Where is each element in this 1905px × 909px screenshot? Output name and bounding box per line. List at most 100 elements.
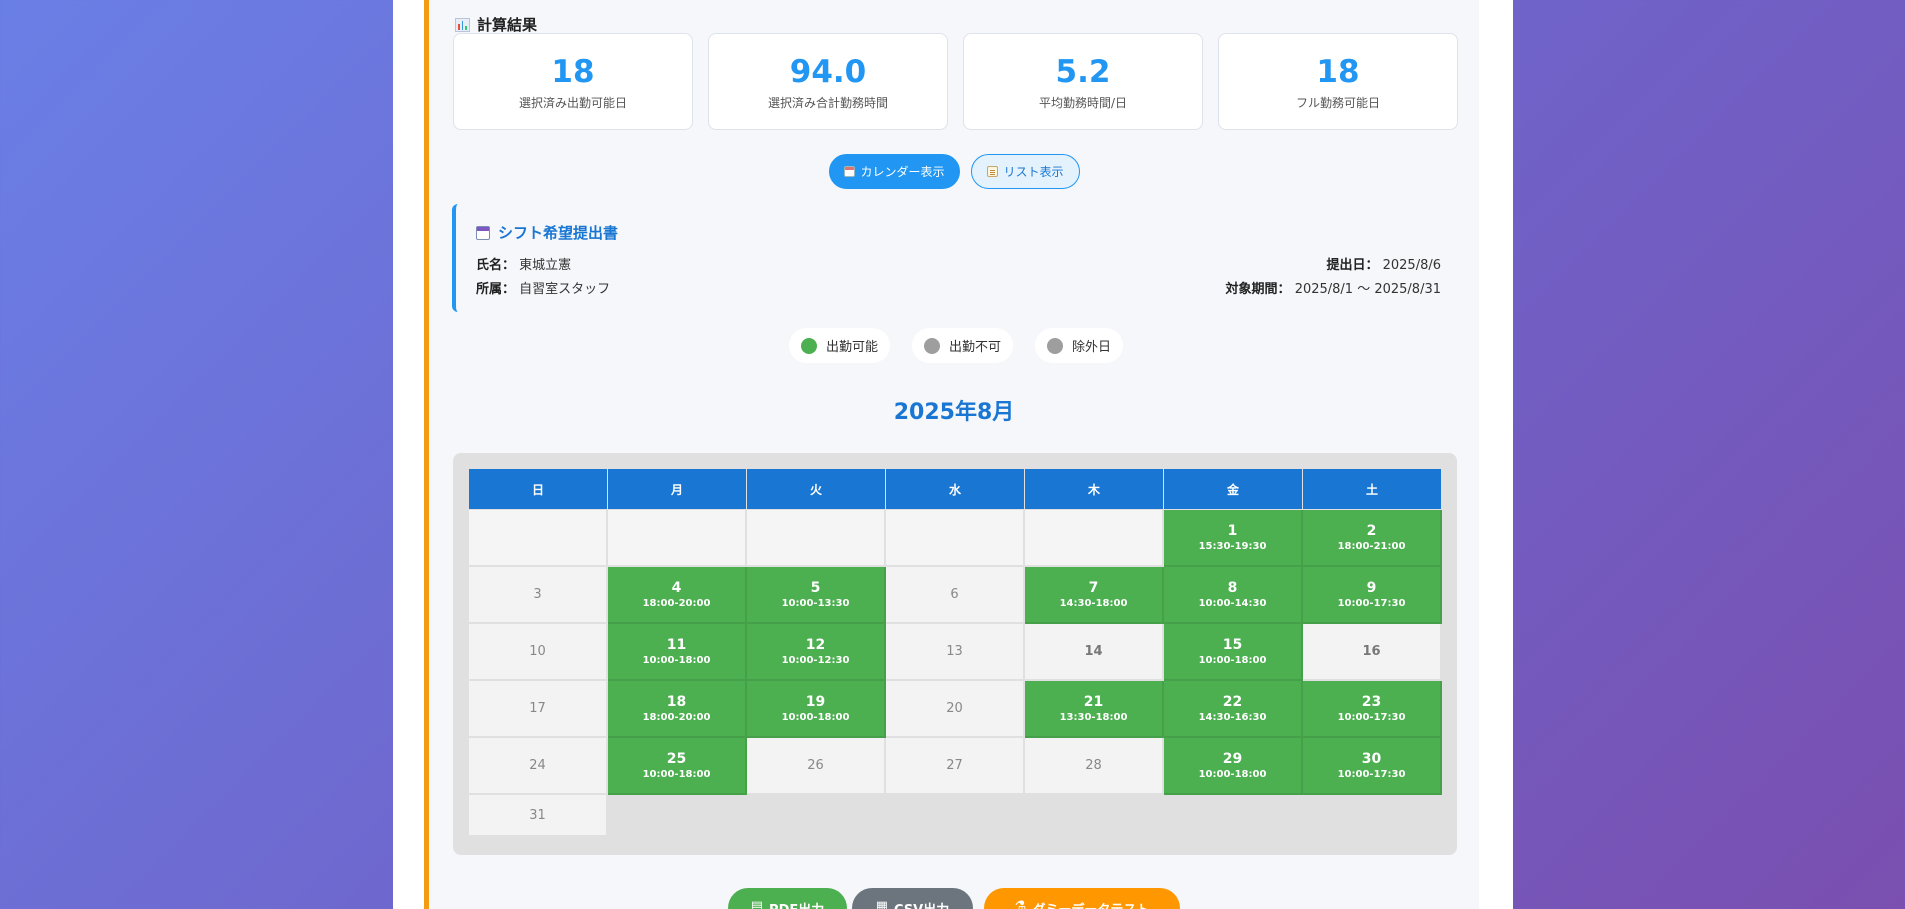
day-number: 27 xyxy=(946,758,963,773)
shift-time: 10:00-18:00 xyxy=(1198,654,1267,666)
calendar-day-available[interactable]: 11 10:00-18:00 xyxy=(608,624,747,681)
calendar-day-available[interactable]: 15 10:00-18:00 xyxy=(1164,624,1303,681)
calendar-day-unavailable[interactable]: 28 xyxy=(1025,738,1164,795)
shift-time: 13:30-18:00 xyxy=(1059,711,1128,723)
bar-chart-icon: ▦ xyxy=(875,899,889,909)
stat-label: 平均勤務時間/日 xyxy=(1038,96,1128,110)
shift-time: 10:00-17:30 xyxy=(1337,597,1406,609)
legend-unavailable: 出勤不可 xyxy=(912,328,1014,363)
weekday-header: 金 xyxy=(1164,469,1303,510)
calendar-day-available[interactable]: 5 10:00-13:30 xyxy=(747,567,886,624)
calendar-empty-cell xyxy=(747,510,886,567)
calendar-day-unavailable[interactable]: 24 xyxy=(469,738,608,795)
results-title-text: 計算結果 xyxy=(477,16,538,34)
stat-card-full-days: 18 フル勤務可能日 xyxy=(1218,33,1458,130)
day-number: 15 xyxy=(1222,636,1243,653)
calendar: 日 月 火 水 木 金 土 1 15:30-19:30 2 18:00-21:00 3 4… xyxy=(453,453,1457,855)
calendar-day-available[interactable]: 19 10:00-18:00 xyxy=(747,681,886,738)
shift-time: 15:30-19:30 xyxy=(1198,540,1267,552)
calendar-day-unavailable[interactable]: 14 xyxy=(1025,624,1164,681)
calendar-day-unavailable[interactable]: 13 xyxy=(886,624,1025,681)
submission-title: シフト希望提出書 xyxy=(476,222,618,243)
name-label: 氏名： xyxy=(476,258,516,273)
day-number: 13 xyxy=(946,644,963,659)
calendar-day-unavailable[interactable]: 31 xyxy=(469,795,608,837)
calendar-day-available[interactable]: 9 10:00-17:30 xyxy=(1303,567,1442,624)
target-period: 対象期間： 2025/8/1 〜 2025/8/31 xyxy=(1226,278,1441,297)
day-number: 29 xyxy=(1222,750,1243,767)
calendar-day-available[interactable]: 1 15:30-19:30 xyxy=(1164,510,1303,567)
calendar-day-unavailable[interactable]: 16 xyxy=(1303,624,1442,681)
submission-date: 提出日： 2025/8/6 xyxy=(1326,254,1441,273)
day-number: 2 xyxy=(1366,522,1377,539)
calendar-day-available[interactable]: 30 10:00-17:30 xyxy=(1303,738,1442,795)
flask-icon: ⚗ xyxy=(1014,899,1027,909)
calendar-empty-cell xyxy=(886,510,1025,567)
calendar-day-available[interactable]: 2 18:00-21:00 xyxy=(1303,510,1442,567)
day-number: 20 xyxy=(946,701,963,716)
date-value: 2025/8/6 xyxy=(1382,258,1441,273)
legend-label: 出勤可能 xyxy=(826,340,879,355)
day-number: 23 xyxy=(1361,693,1382,710)
stat-value: 18 xyxy=(1316,54,1360,90)
calendar-day-available[interactable]: 18 18:00-20:00 xyxy=(608,681,747,738)
calendar-view-label: カレンダー表示 xyxy=(860,165,945,179)
day-number: 3 xyxy=(533,587,542,602)
legend-dot-unavailable xyxy=(924,337,940,354)
calendar-day-unavailable[interactable]: 10 xyxy=(469,624,608,681)
calendar-day-unavailable[interactable]: 27 xyxy=(886,738,1025,795)
calendar-empty-cell xyxy=(608,510,747,567)
stat-value: 18 xyxy=(551,54,595,90)
calendar-day-unavailable[interactable]: 17 xyxy=(469,681,608,738)
calendar-day-available[interactable]: 21 13:30-18:00 xyxy=(1025,681,1164,738)
shift-time: 10:00-12:30 xyxy=(781,654,850,666)
calendar-day-available[interactable]: 25 10:00-18:00 xyxy=(608,738,747,795)
stat-label: 選択済み出勤可能日 xyxy=(518,96,627,110)
calendar-day-available[interactable]: 23 10:00-17:30 xyxy=(1303,681,1442,738)
legend-available: 出勤可能 xyxy=(789,328,891,363)
legend-label: 除外日 xyxy=(1072,340,1112,355)
day-number: 21 xyxy=(1083,693,1104,710)
calendar-day-available[interactable]: 12 10:00-12:30 xyxy=(747,624,886,681)
day-number: 7 xyxy=(1088,579,1099,596)
calendar-day-available[interactable]: 4 18:00-20:00 xyxy=(608,567,747,624)
calendar-day-available[interactable]: 29 10:00-18:00 xyxy=(1164,738,1303,795)
calendar-day-unavailable[interactable]: 6 xyxy=(886,567,1025,624)
day-number: 6 xyxy=(950,587,959,602)
document-icon: ▤ xyxy=(750,899,764,909)
staff-name: 氏名： 東城立憲 xyxy=(476,254,571,273)
csv-export-button[interactable]: ▦ CSV出力 xyxy=(852,888,973,909)
weekday-header: 土 xyxy=(1303,469,1442,510)
shift-time: 18:00-20:00 xyxy=(642,597,711,609)
day-number: 10 xyxy=(529,644,546,659)
shift-time: 10:00-18:00 xyxy=(642,654,711,666)
date-label: 提出日： xyxy=(1326,258,1379,273)
weekday-header: 木 xyxy=(1025,469,1164,510)
shift-time: 10:00-17:30 xyxy=(1337,711,1406,723)
day-number: 9 xyxy=(1366,579,1377,596)
shift-time: 10:00-14:30 xyxy=(1198,597,1267,609)
calendar-day-available[interactable]: 7 14:30-18:00 xyxy=(1025,567,1164,624)
stat-card-total-hours: 94.0 選択済み合計勤務時間 xyxy=(708,33,948,130)
shift-time: 18:00-21:00 xyxy=(1337,540,1406,552)
day-number: 8 xyxy=(1227,579,1238,596)
day-number: 17 xyxy=(529,701,546,716)
calendar-day-unavailable[interactable]: 26 xyxy=(747,738,886,795)
shift-time: 10:00-17:30 xyxy=(1337,768,1406,780)
shift-time: 10:00-18:00 xyxy=(781,711,850,723)
day-number: 12 xyxy=(805,636,826,653)
calendar-day-available[interactable]: 22 14:30-16:30 xyxy=(1164,681,1303,738)
calendar-day-unavailable[interactable]: 20 xyxy=(886,681,1025,738)
calendar-grid: 日 月 火 水 木 金 土 1 15:30-19:30 2 18:00-21:00 3 4… xyxy=(469,469,1442,852)
staff-department: 所属： 自習室スタッフ xyxy=(476,278,610,297)
calendar-day-unavailable[interactable]: 3 xyxy=(469,567,608,624)
shift-time: 14:30-18:00 xyxy=(1059,597,1128,609)
calendar-view-button[interactable]: カレンダー表示 xyxy=(829,154,960,189)
pdf-export-button[interactable]: ▤ PDF出力 xyxy=(728,888,847,909)
bar-chart-icon xyxy=(455,17,470,32)
dummy-data-test-button[interactable]: ⚗ ダミーデータテスト xyxy=(984,888,1180,909)
day-number: 30 xyxy=(1361,750,1382,767)
list-view-button[interactable]: リスト表示 xyxy=(971,154,1080,189)
dept-value: 自習室スタッフ xyxy=(519,282,611,297)
calendar-day-available[interactable]: 8 10:00-14:30 xyxy=(1164,567,1303,624)
